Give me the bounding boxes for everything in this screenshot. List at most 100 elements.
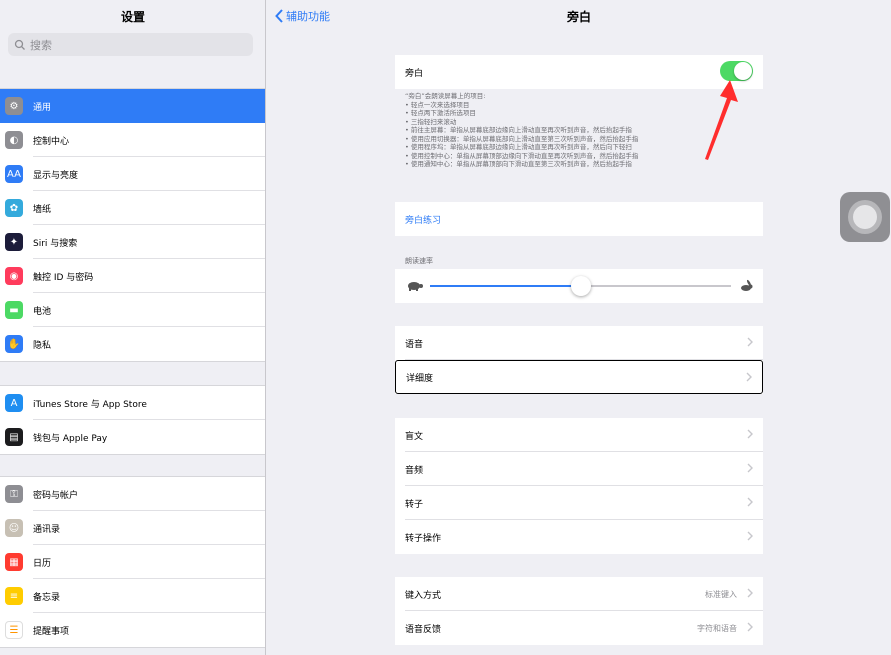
row-label: 语音 — [405, 339, 424, 350]
chevron-right-icon — [747, 429, 753, 439]
row-value: 字符和语音 — [697, 623, 737, 633]
sidebar-item[interactable]: ☺ 通讯录 — [0, 511, 265, 545]
toggle-knob — [734, 62, 752, 80]
calendar-icon: ▦ — [5, 553, 23, 571]
search-field[interactable]: 搜索 — [8, 33, 253, 56]
search-placeholder: 搜索 — [30, 38, 52, 52]
sidebar-group-1: ⚙ 通用 ◐ 控制中心 AA 显示与亮度 ✿ 墙纸 ✦ Siri 与搜索 ◉ 触控 ID 与密码 ▬ 电池… — [0, 88, 265, 362]
settings-row[interactable]: 盲文 — [395, 418, 763, 452]
chevron-right-icon — [746, 372, 752, 382]
sidebar-item[interactable]: ☰ 提醒事项 — [0, 613, 265, 647]
sidebar-item-label: 日历 — [33, 558, 52, 569]
settings-row[interactable]: 详细度 — [395, 360, 763, 394]
search-icon — [14, 39, 25, 50]
sidebar-item-label: 隐私 — [33, 340, 52, 351]
hand-icon: ✋ — [5, 335, 23, 353]
settings-row[interactable]: 转子操作 — [395, 520, 763, 554]
text-size-icon: AA — [5, 165, 23, 183]
chevron-right-icon — [747, 622, 753, 632]
contacts-icon: ☺ — [5, 519, 23, 537]
sidebar-group-3: ⚿ 密码与帐户 ☺ 通讯录 ▦ 日历 ≡ 备忘录 ☰ 提醒事项 — [0, 476, 265, 648]
row-label: 键入方式 — [405, 590, 442, 601]
sidebar-title: 设置 — [120, 10, 145, 24]
battery-icon: ▬ — [5, 301, 23, 319]
chevron-right-icon — [747, 588, 753, 598]
notes-icon: ≡ — [5, 587, 23, 605]
sidebar-item-label: 控制中心 — [33, 136, 70, 147]
sidebar-group-2: AiTunes Store 与 App Store ▤ 钱包与 Apple Pay — [0, 385, 265, 455]
key-icon: ⚿ — [5, 485, 23, 503]
sidebar-item[interactable]: ✦ Siri 与搜索 — [0, 225, 265, 259]
settings-row[interactable]: 语音反馈 字符和语音 — [395, 611, 763, 645]
sidebar-item[interactable]: ◉ 触控 ID 与密码 — [0, 259, 265, 293]
settings-row[interactable]: 键入方式 标准键入 — [395, 577, 763, 611]
wallet-icon: ▤ — [5, 428, 23, 446]
sidebar-item-label: 通用 — [33, 102, 52, 113]
switches-icon: ◐ — [5, 131, 23, 149]
sidebar-item-label: Siri 与搜索 — [33, 238, 78, 249]
chevron-right-icon — [747, 337, 753, 347]
sidebar-item[interactable]: ✋ 隐私 — [0, 327, 265, 361]
sidebar-item[interactable]: AA 显示与亮度 — [0, 157, 265, 191]
fingerprint-icon: ◉ — [5, 267, 23, 285]
sidebar-item[interactable]: ▬ 电池 — [0, 293, 265, 327]
settings-row[interactable]: 转子 — [395, 486, 763, 520]
sidebar-item-label: 提醒事项 — [33, 626, 70, 637]
row-label: 音频 — [405, 465, 424, 476]
speaking-rate-label: 朗读速率 — [405, 257, 433, 265]
gear-icon: ⚙ — [5, 97, 23, 115]
turtle-icon — [408, 282, 423, 291]
practice-card: 旁白练习 — [395, 202, 763, 236]
sidebar-item[interactable]: ✿ 墙纸 — [0, 191, 265, 225]
speaking-rate-track — [430, 276, 731, 296]
chevron-right-icon — [747, 463, 753, 473]
sidebar-item[interactable]: ▦ 日历 — [0, 545, 265, 579]
sidebar-item-label: 通讯录 — [33, 524, 61, 535]
siri-icon: ✦ — [5, 233, 23, 251]
sidebar-item[interactable]: ⚿ 密码与帐户 — [0, 477, 265, 511]
sidebar-item-label: 备忘录 — [33, 592, 61, 603]
sidebar-item-label: iTunes Store 与 App Store — [33, 399, 147, 410]
annotation-arrow-icon — [705, 80, 738, 160]
sidebar-item-label: 显示与亮度 — [33, 170, 79, 181]
row-value: 标准键入 — [705, 589, 737, 599]
sidebar-item[interactable]: ⚙ 通用 — [0, 89, 265, 123]
app-store-icon: A — [5, 394, 23, 412]
practice-label: 旁白练习 — [405, 215, 442, 226]
assistive-touch-ring — [848, 200, 882, 234]
settings-sidebar: 设置 搜索 ⚙ 通用 ◐ 控制中心 AA 显示与亮度 ✿ 墙纸 ✦ Siri 与搜索 ◉ 触控 ID … — [0, 0, 266, 655]
settings-row[interactable]: 音频 — [395, 452, 763, 486]
assistive-touch-center — [853, 205, 877, 229]
row-label: 详细度 — [406, 373, 434, 384]
page-title: 旁白 — [566, 10, 591, 24]
settings-row[interactable]: 语音 — [395, 326, 763, 360]
row-label: 转子 — [405, 499, 424, 510]
speaking-rate-thumb[interactable] — [570, 276, 591, 296]
row-label: 语音反馈 — [405, 624, 442, 635]
row-label: 盲文 — [405, 431, 424, 442]
speaking-rate-fill — [430, 285, 581, 287]
sidebar-item-label: 钱包与 Apple Pay — [33, 433, 108, 444]
sidebar-item-label: 墙纸 — [33, 204, 52, 215]
braille-group: 盲文音频转子转子操作 — [395, 418, 763, 554]
sidebar-item[interactable]: ▤ 钱包与 Apple Pay — [0, 420, 265, 454]
sidebar-item-label: 电池 — [33, 306, 52, 317]
voiceover-label: 旁白 — [405, 68, 424, 79]
reminders-icon: ☰ — [5, 621, 23, 639]
flower-icon: ✿ — [5, 199, 23, 217]
speech-group: 语音 详细度 — [395, 326, 763, 394]
sidebar-item-label: 触控 ID 与密码 — [33, 272, 94, 283]
hare-icon — [741, 279, 753, 291]
chevron-right-icon — [747, 497, 753, 507]
sidebar-item-label: 密码与帐户 — [33, 490, 79, 501]
voiceover-toggle[interactable] — [720, 61, 753, 81]
voiceover-practice-row[interactable]: 旁白练习 — [395, 202, 763, 236]
sidebar-item[interactable]: ≡ 备忘录 — [0, 579, 265, 613]
row-label: 转子操作 — [405, 533, 442, 544]
chevron-right-icon — [747, 531, 753, 541]
sidebar-item[interactable]: ◐ 控制中心 — [0, 123, 265, 157]
typing-group: 键入方式 标准键入语音反馈 字符和语音 — [395, 577, 763, 645]
sidebar-item[interactable]: AiTunes Store 与 App Store — [0, 386, 265, 420]
assistive-touch-button[interactable] — [840, 192, 890, 242]
speaking-rate-card — [395, 269, 763, 303]
